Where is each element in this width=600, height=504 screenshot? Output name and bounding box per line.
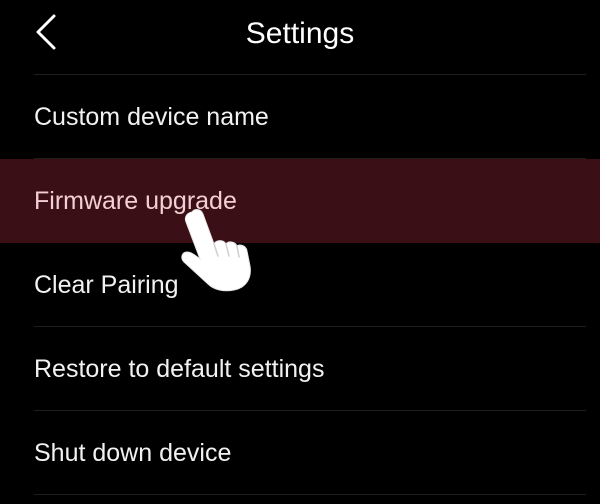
settings-item-label: Custom device name [34,102,269,131]
header-bar: Settings [0,0,600,74]
settings-item-label: Firmware upgrade [34,186,237,215]
settings-item-clear-pairing[interactable]: Clear Pairing [0,243,600,327]
settings-item-custom-device-name[interactable]: Custom device name [0,75,600,159]
settings-item-firmware-upgrade[interactable]: Firmware upgrade [0,159,600,243]
settings-item-restore-defaults[interactable]: Restore to default settings [0,327,600,411]
page-title: Settings [245,17,355,50]
settings-item-label: Restore to default settings [34,354,325,383]
settings-list: Custom device name Firmware upgrade Clea… [0,75,600,495]
settings-item-label: Shut down device [34,438,232,467]
row-divider [34,494,586,495]
settings-item-label: Clear Pairing [34,270,179,299]
settings-item-shut-down-device[interactable]: Shut down device [0,411,600,495]
